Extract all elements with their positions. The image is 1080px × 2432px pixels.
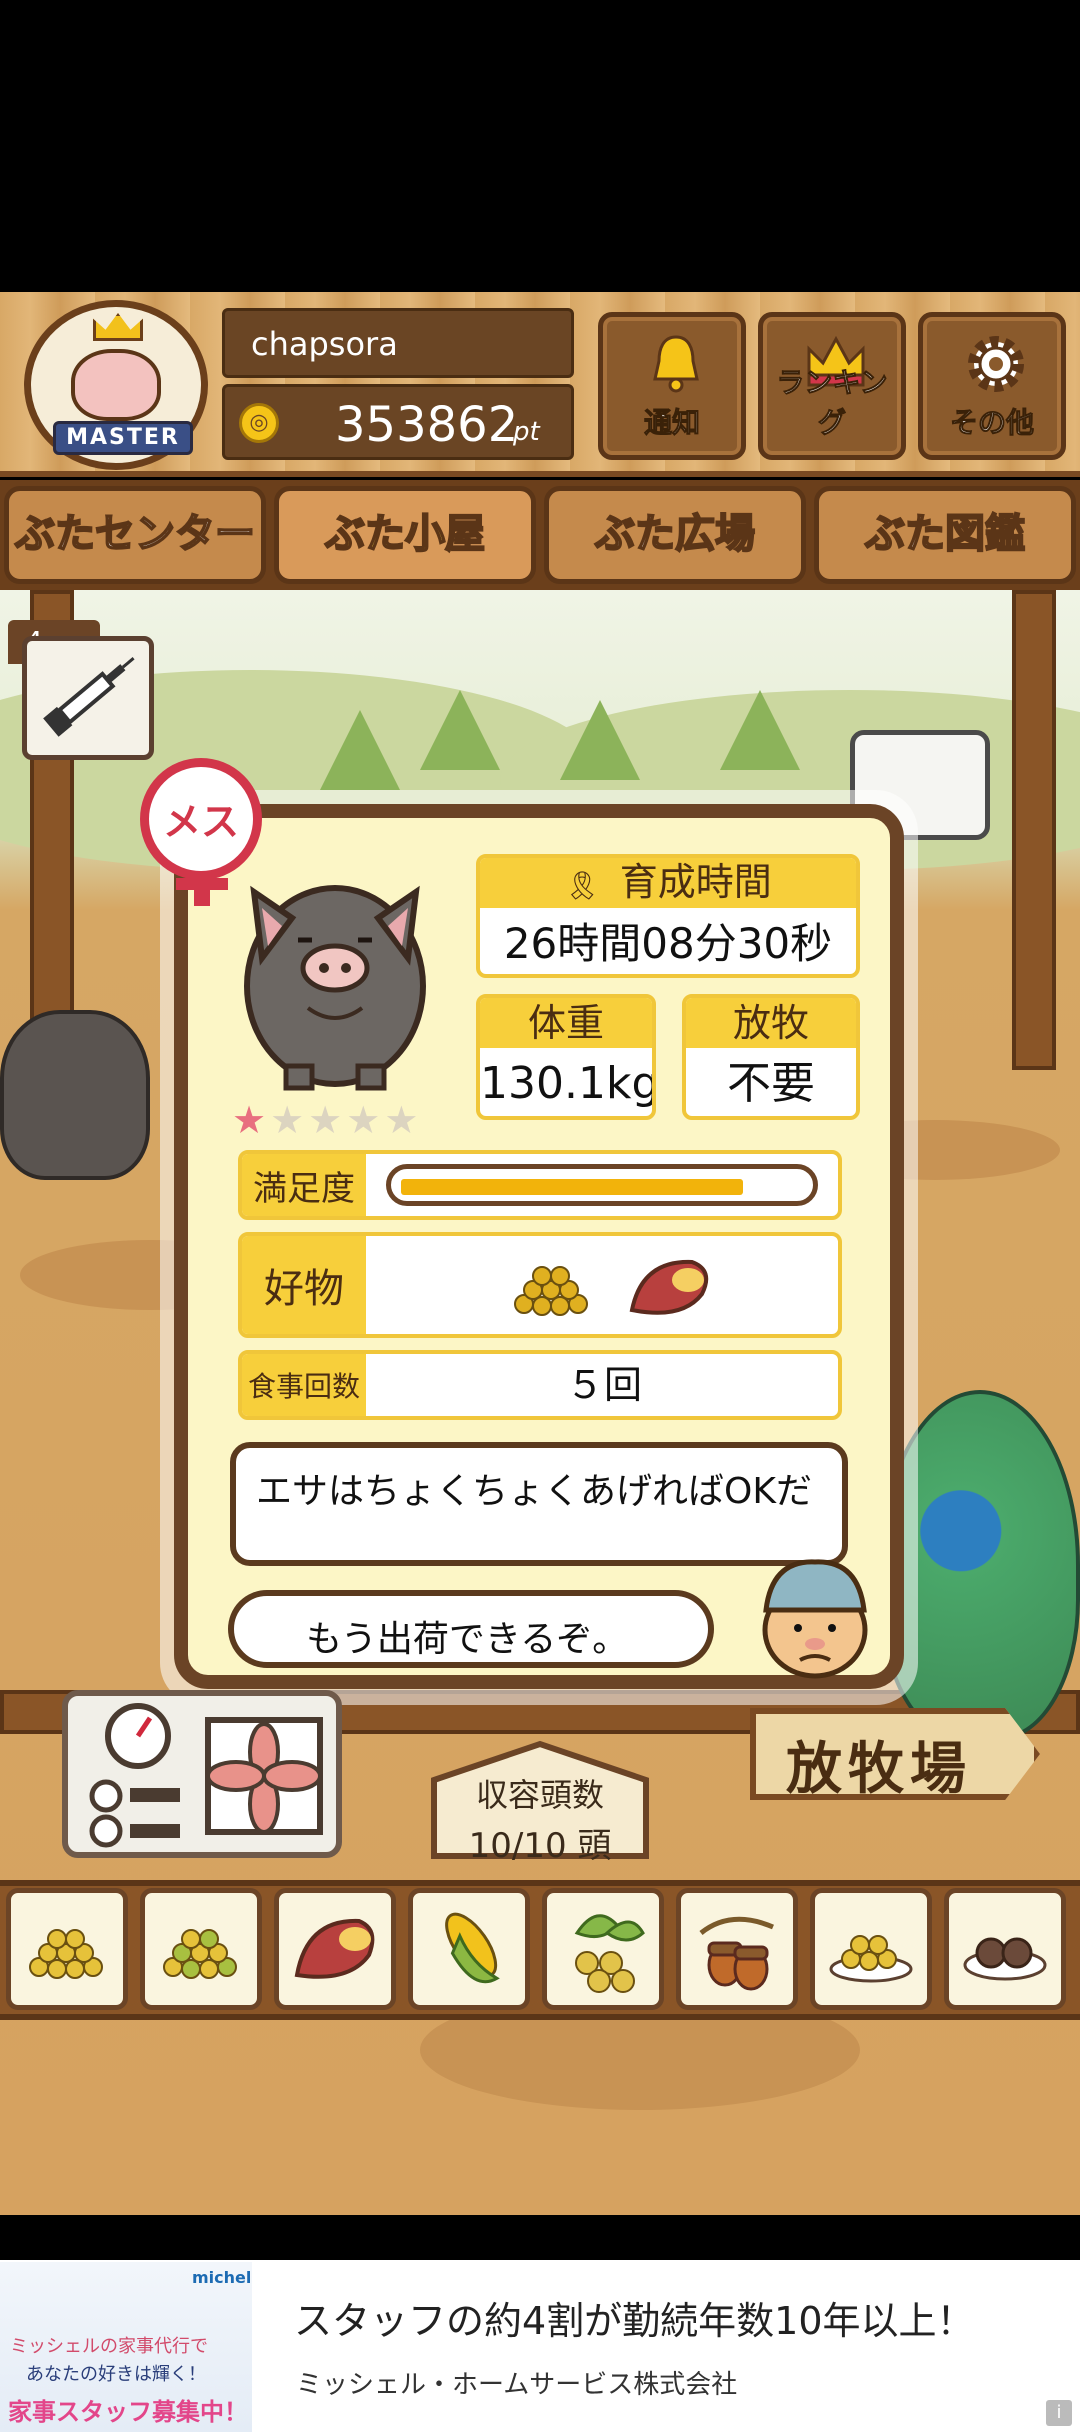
favorite-label: 好物 bbox=[242, 1236, 366, 1334]
star-empty-icon: ★ bbox=[270, 1098, 309, 1142]
star-empty-icon: ★ bbox=[346, 1098, 385, 1142]
tab-buta-center[interactable]: ぶたセンター bbox=[4, 486, 266, 584]
food-mixed-grain[interactable] bbox=[140, 1888, 262, 2010]
ribbon-icon: 🎗 bbox=[564, 869, 600, 902]
star-filled-icon: ★ bbox=[232, 1098, 271, 1142]
raising-time-value: 26時間08分30秒 bbox=[503, 919, 833, 968]
capacity-sign: 収容頭数 10/10 頭 bbox=[430, 1740, 650, 1866]
gender-label: メス bbox=[162, 800, 239, 844]
fence-post bbox=[1012, 590, 1056, 1070]
ad-image[interactable]: michell ミッシェルの家事代行で あなたの好きは輝く！ 家事スタッフ募集中… bbox=[0, 2262, 252, 2432]
syringe-button[interactable] bbox=[22, 636, 154, 760]
syringe-icon bbox=[43, 657, 135, 737]
graze-field-sign[interactable]: 放牧場 bbox=[750, 1708, 1040, 1800]
satisfaction-row: 満足度 bbox=[238, 1150, 842, 1220]
soybean-icon bbox=[574, 1914, 645, 1993]
speech-text-2: もう出荷できるぞ。 bbox=[306, 1619, 629, 1660]
graze-caption: 放牧 bbox=[686, 998, 856, 1048]
fan-machine[interactable] bbox=[62, 1690, 342, 1858]
graze-value: 不要 bbox=[727, 1058, 815, 1109]
graze-field-label: 放牧場 bbox=[786, 1737, 972, 1802]
food-corn[interactable] bbox=[408, 1888, 530, 2010]
grain-pile-icon bbox=[29, 1929, 103, 1979]
username-box: chapsora bbox=[222, 308, 574, 378]
farmer-avatar bbox=[762, 1559, 868, 1679]
tree-icon bbox=[320, 710, 400, 790]
food-meat-plate[interactable] bbox=[944, 1888, 1066, 2010]
favorite-food-row: 好物 bbox=[238, 1232, 842, 1338]
acorn-icon bbox=[699, 1916, 774, 1991]
badge-pig-icon bbox=[71, 349, 161, 421]
weight-value: 130.1kg bbox=[480, 1058, 656, 1109]
sweet-potato-icon bbox=[294, 1918, 375, 1979]
satisfaction-bar bbox=[386, 1164, 818, 1206]
speech-bubble-2: もう出荷できるぞ。 bbox=[228, 1590, 714, 1668]
capacity-label: 収容頭数 bbox=[475, 1776, 604, 1814]
weight-caption: 体重 bbox=[480, 998, 652, 1048]
bell-icon bbox=[653, 335, 699, 393]
ad-brand: michell bbox=[192, 2268, 252, 2287]
tree-icon bbox=[720, 690, 800, 770]
raising-time-card: 🎗 育成時間 26時間08分30秒 bbox=[476, 854, 860, 978]
rice-bowl-icon bbox=[829, 1935, 913, 1983]
ad-subtitle[interactable]: ミッシェル・ホームサービス株式会社 bbox=[296, 2364, 737, 2401]
graze-card: 放牧 不要 bbox=[682, 994, 860, 1120]
satisfaction-bar-fill bbox=[401, 1179, 743, 1195]
raising-time-caption: 🎗 育成時間 bbox=[480, 858, 856, 908]
meal-count-row: 食事回数 ５回 bbox=[238, 1350, 842, 1420]
gear-icon bbox=[968, 336, 1024, 392]
ranking-button[interactable]: ランキング bbox=[758, 312, 906, 460]
ad-image-line3: 家事スタッフ募集中！ bbox=[8, 2398, 248, 2426]
tab-buta-goya[interactable]: ぶた小屋 bbox=[274, 486, 536, 584]
other-label: その他 bbox=[949, 406, 1034, 440]
app-screen: MASTER chapsora ◎ 353862 pt 通知 ランキング その他… bbox=[0, 0, 1080, 2432]
notification-label: 通知 bbox=[643, 406, 700, 440]
meal-count-value: ５回 bbox=[565, 1363, 642, 1407]
sweet-potato-icon bbox=[629, 1259, 709, 1315]
points-unit: pt bbox=[513, 417, 540, 447]
food-grain-pile[interactable] bbox=[6, 1888, 128, 2010]
pig-portrait bbox=[244, 885, 426, 1091]
ad-image-line2: あなたの好きは輝く！ bbox=[26, 2364, 206, 2385]
meat-plate-icon bbox=[963, 1937, 1047, 1981]
food-soybean[interactable] bbox=[542, 1888, 664, 2010]
food-rice-bowl[interactable] bbox=[810, 1888, 932, 2010]
tab-buta-hiroba[interactable]: ぶた広場 bbox=[544, 486, 806, 584]
tree-icon bbox=[420, 690, 500, 770]
speech-text-1: エサはちょくちょくあげればOKだ bbox=[256, 1471, 812, 1512]
mixed-grain-icon bbox=[163, 1929, 237, 1979]
weight-card: 体重 130.1kg bbox=[476, 994, 656, 1120]
username: chapsora bbox=[251, 325, 398, 363]
star-empty-icon: ★ bbox=[308, 1098, 347, 1142]
corn-icon bbox=[445, 1912, 500, 1984]
coin-icon: ◎ bbox=[239, 403, 279, 443]
other-button[interactable]: その他 bbox=[918, 312, 1066, 460]
points-box: ◎ 353862 pt bbox=[222, 384, 574, 460]
star-empty-icon: ★ bbox=[384, 1098, 423, 1142]
ranking-label: ランキング bbox=[776, 366, 888, 440]
ad-image-line1: ミッシェルの家事代行で bbox=[10, 2336, 208, 2357]
speech-bubble-1: エサはちょくちょくあげればOKだ bbox=[230, 1442, 848, 1566]
badge-ribbon: MASTER bbox=[53, 421, 193, 455]
master-badge[interactable]: MASTER bbox=[24, 300, 208, 470]
food-acorn[interactable] bbox=[676, 1888, 798, 2010]
notification-button[interactable]: 通知 bbox=[598, 312, 746, 460]
tree-icon bbox=[560, 700, 640, 780]
capacity-value: 10/10 頭 bbox=[468, 1826, 612, 1866]
points-value: 353862 bbox=[335, 397, 519, 453]
rating-stars: ★★★★★ bbox=[232, 1098, 452, 1142]
machine-panel bbox=[89, 1703, 323, 1848]
female-symbol-icon bbox=[176, 878, 228, 890]
black-pig-sprite[interactable] bbox=[0, 1010, 150, 1180]
ad-title[interactable]: スタッフの約4割が勤続年数10年以上！ bbox=[294, 2290, 975, 2345]
badge-crown-icon bbox=[93, 313, 143, 341]
meal-count-label: 食事回数 bbox=[242, 1354, 366, 1416]
tab-buta-zukan[interactable]: ぶた図鑑 bbox=[814, 486, 1076, 584]
ad-info-icon[interactable]: i bbox=[1046, 2400, 1072, 2426]
grain-icon bbox=[514, 1266, 588, 1316]
satisfaction-label: 満足度 bbox=[242, 1154, 366, 1216]
food-sweet-potato[interactable] bbox=[274, 1888, 396, 2010]
